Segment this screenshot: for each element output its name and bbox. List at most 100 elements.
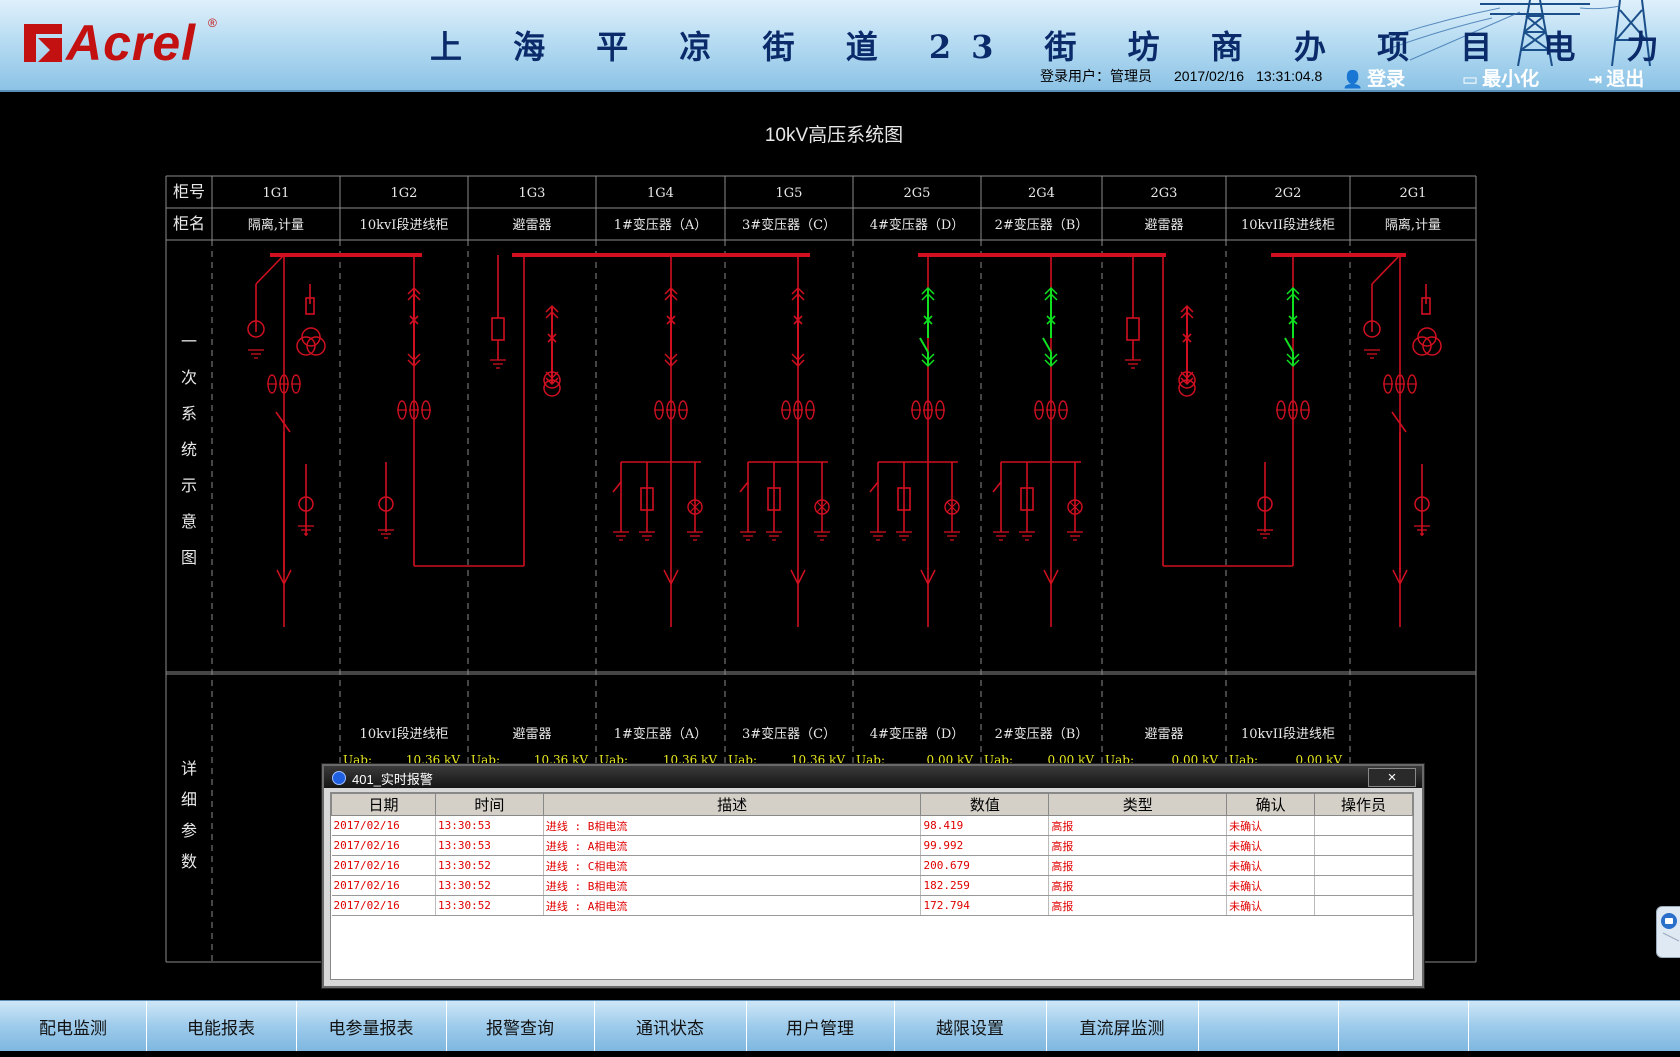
wire (992, 481, 1002, 493)
wire (255, 254, 285, 285)
column-header[interactable]: 时间 (434, 793, 544, 816)
logo-registered-mark: ® (208, 16, 217, 30)
ground-symbol (1067, 531, 1083, 541)
alarm-cell: 未确认 (1226, 855, 1316, 876)
detail-cabinet-name: 10kvII段进线柜 (1241, 727, 1335, 742)
nav-item[interactable]: 电能报表 (146, 1001, 297, 1051)
primary-label-char: 一 (181, 332, 197, 351)
cabinet-name: 避雷器 (512, 218, 551, 233)
ground-symbol (1125, 359, 1141, 369)
column-header[interactable]: 数值 (920, 793, 1050, 816)
alarm-cell: 2017/02/16 (331, 835, 436, 856)
ground-symbol (896, 531, 912, 541)
alarm-cell: 13:30:52 (435, 895, 544, 916)
app-header: Acrel ® 上 海 平 凉 街 道 23 街 坊 商 办 项 目 电 力 监… (0, 0, 1680, 92)
exit-button-label: 退出 (1606, 69, 1645, 90)
ground-symbol (1364, 349, 1380, 359)
ground-symbol (1019, 531, 1035, 541)
cabinet-name: 隔离,计量 (248, 217, 304, 233)
wire (275, 411, 291, 433)
detail-cabinet-name: 2#变压器（B） (995, 726, 1089, 742)
alarm-cell: 99.992 (920, 835, 1050, 856)
cabinet-name: 10kvI段进线柜 (360, 218, 449, 233)
alarm-cell: 2017/02/16 (331, 895, 436, 916)
schematic (247, 253, 1442, 627)
alarm-row[interactable]: 2017/02/16 13:30:52 进线 : B相电流 182.259 高报 未确认 (331, 875, 1413, 896)
alarm-title: 401_实时报警 (352, 772, 433, 787)
row-label-name: 柜名 (173, 214, 205, 233)
current-time: 13:31:04.8 (1256, 68, 1323, 84)
column-header[interactable]: 日期 (331, 793, 436, 816)
nav-item[interactable]: 电参量报表 (296, 1001, 447, 1051)
detail-label-char: 详 (181, 759, 197, 778)
primary-label-char: 次 (181, 368, 197, 387)
close-button[interactable]: × (1368, 768, 1416, 787)
cabinet-name: 10kvII段进线柜 (1241, 218, 1335, 233)
nav-item[interactable]: 用户管理 (746, 1001, 895, 1051)
alarm-cell: 13:30:53 (435, 835, 544, 856)
side-chat-tab[interactable] (1656, 906, 1680, 958)
primary-label-char: 意 (181, 512, 197, 531)
ground-symbol (870, 531, 886, 541)
login-button[interactable]: 👤 登录 (1342, 64, 1405, 90)
primary-label-char: 图 (181, 548, 197, 567)
alarm-cell: 高报 (1048, 875, 1228, 896)
alarm-row[interactable]: 2017/02/16 13:30:52 进线 : C相电流 200.679 高报 未确认 (331, 855, 1413, 876)
nav-item[interactable] (1198, 1001, 1339, 1051)
column-header[interactable]: 确认 (1226, 793, 1316, 816)
logo-text: Acrel (66, 15, 197, 71)
alarm-cell: 未确认 (1226, 875, 1316, 896)
alarm-row[interactable]: 2017/02/16 13:30:53 进线 : B相电流 98.419 高报 未确认 (331, 815, 1413, 836)
detail-cabinet-name: 1#变压器（A） (614, 726, 708, 742)
alarm-titlebar[interactable]: 401_实时报警 × (324, 766, 1422, 788)
alarm-cell: 进线 : B相电流 (543, 815, 922, 836)
ground-symbol (639, 531, 655, 541)
minimize-icon: ▭ (1462, 70, 1479, 89)
alarm-cell: 172.794 (920, 895, 1050, 916)
nav-item[interactable]: 直流屏监测 (1046, 1001, 1199, 1051)
alarm-row[interactable]: 2017/02/16 13:30:53 进线 : A相电流 99.992 高报 未确认 (331, 835, 1413, 856)
column-header[interactable]: 类型 (1048, 793, 1228, 816)
cabinet-name: 隔离,计量 (1385, 217, 1441, 233)
cabinet-name: 1#变压器（A） (614, 217, 708, 233)
minimize-button-label: 最小化 (1482, 69, 1540, 90)
cabinet-no: 1G5 (776, 186, 803, 201)
ground-symbol (993, 531, 1009, 541)
detail-cabinet-name: 10kvI段进线柜 (360, 727, 449, 742)
alarm-cell (1314, 835, 1413, 856)
nav-item[interactable]: 报警查询 (446, 1001, 595, 1051)
alarm-cell (1314, 815, 1413, 836)
nav-item[interactable]: 配电监测 (0, 1001, 147, 1051)
detail-label-char: 参 (181, 821, 197, 840)
detail-cabinet-name: 避雷器 (1144, 727, 1183, 742)
minimize-button[interactable]: ▭ 最小化 (1462, 64, 1540, 90)
cabinet-name: 3#变压器（C） (742, 217, 836, 233)
bottom-nav: 配电监测 电能报表 电参量报表 报警查询 通讯状态 用户管理 越限设置 直流屏监测 (0, 1000, 1680, 1051)
ground-symbol (613, 531, 629, 541)
nav-item[interactable]: 越限设置 (894, 1001, 1047, 1051)
ground-symbol (944, 531, 960, 541)
breaker-symbol (791, 286, 805, 368)
alarm-cell: 13:30:52 (435, 875, 544, 896)
login-user: 管理员 (1110, 68, 1152, 84)
nav-item[interactable] (1338, 1001, 1469, 1051)
alarm-window-icon (332, 771, 346, 785)
cabinet-no: 2G3 (1151, 186, 1178, 201)
ground-symbol (766, 531, 782, 541)
cabinet-name: 4#变压器（D） (870, 217, 965, 233)
nav-item[interactable]: 通讯状态 (594, 1001, 747, 1051)
exit-button[interactable]: ⇥ 退出 (1588, 64, 1645, 90)
cabinet-no: 1G4 (647, 186, 674, 201)
breaker-symbol (664, 286, 678, 368)
alarm-cell: 2017/02/16 (331, 875, 436, 896)
cabinet-name: 避雷器 (1144, 218, 1183, 233)
alarm-row[interactable]: 2017/02/16 13:30:52 进线 : A相电流 172.794 高报 未确认 (331, 895, 1413, 916)
column-header[interactable]: 描述 (542, 793, 922, 816)
exit-icon: ⇥ (1588, 70, 1603, 89)
column-header[interactable]: 操作员 (1314, 793, 1413, 816)
alarm-cell: 98.419 (920, 815, 1050, 836)
alarm-grid: 日期 时间 描述 数值 类型 确认 操作员 2017/02/16 13:30:53 进线 : B… (331, 793, 1413, 916)
alarm-cell: 2017/02/16 (331, 815, 436, 836)
wire (1391, 411, 1407, 433)
alarm-cell: 高报 (1048, 835, 1228, 856)
